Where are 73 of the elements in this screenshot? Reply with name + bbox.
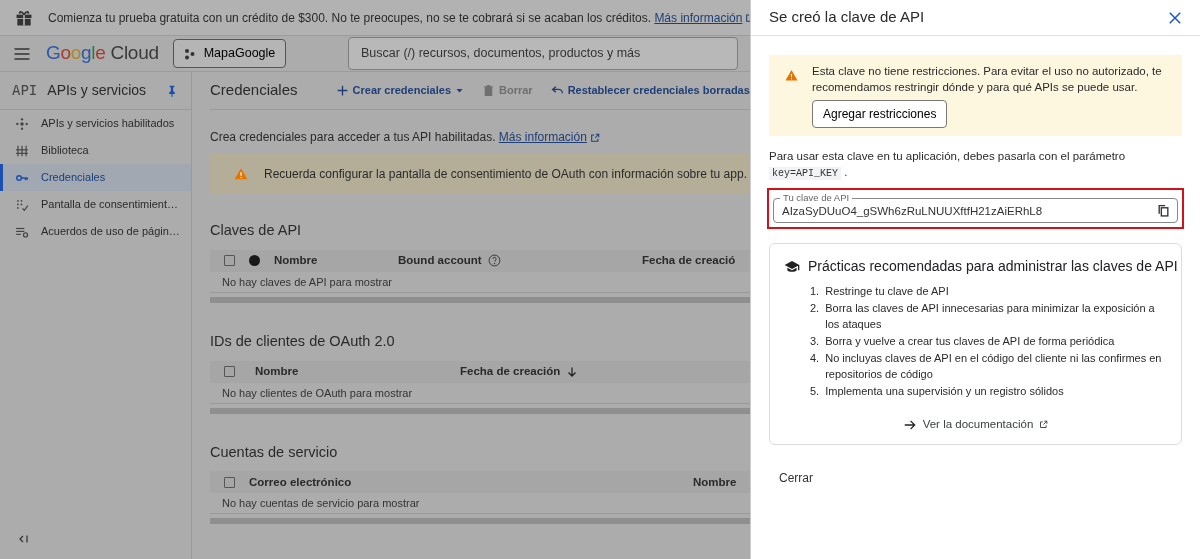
sidebar-item[interactable]: Credenciales (0, 164, 191, 191)
checkbox[interactable] (224, 476, 235, 488)
checkbox[interactable] (224, 255, 235, 267)
sidebar-title: APIs y servicios (47, 81, 147, 100)
list-number: 5. (810, 384, 820, 399)
info-link[interactable]: Más información (654, 10, 743, 25)
logo[interactable]: Google Cloud (46, 39, 159, 68)
close-text-button[interactable]: Cerrar (769, 465, 823, 492)
warning-icon (234, 167, 248, 181)
collapse-icon[interactable] (18, 533, 30, 545)
graduation-cap-icon (784, 258, 800, 275)
empty-message: No hay cuentas de servicio para mostrar (210, 493, 750, 515)
column-header[interactable]: Nombre (255, 362, 440, 381)
plus-icon (335, 84, 349, 97)
empty-message: No hay claves de API para mostrar (210, 271, 750, 293)
practice-text: Implementa una supervisión y un registro sólidos (825, 384, 1064, 399)
practice-text: No incluyas claves de API en el código del cliente ni las confirmes en repositorios de código (825, 351, 1163, 382)
practice-text: Restringe tu clave de API (825, 284, 949, 299)
practice-text: Borra las claves de API innecesarias para minimizar la exposición a los ataques (825, 301, 1156, 332)
panel-title: Se creó la clave de API (769, 7, 925, 28)
checklist-icon (15, 197, 29, 212)
practice-text: Borra y vuelve a crear tus claves de API de forma periódica (825, 334, 1115, 349)
column-header[interactable]: Bound account (398, 252, 628, 270)
column-header[interactable]: Nombre (274, 252, 384, 270)
section-title: Cuentas de servicio (210, 442, 339, 462)
sidebar-item[interactable]: Pantalla de consentimient… (0, 191, 191, 218)
documentation-link[interactable]: Ver la documentación (896, 415, 1055, 435)
services-icon (15, 116, 29, 131)
warning-text: Esta clave no tiene restricciones. Para evitar el uso no autorizado, te recomendamos restringir dónde y para qué APIs se puede usar. (812, 64, 1163, 95)
toolbar-button[interactable]: Restablecer credenciales borradas (550, 82, 750, 99)
usage-text: Para usar esta clave en tu aplicación, debes pasarla con el parámetro key=API_KEY . (769, 149, 1127, 182)
copy-icon[interactable] (1157, 204, 1170, 217)
list-number: 4. (810, 351, 820, 366)
empty-message: No hay clientes de OAuth para mostrar (210, 382, 750, 404)
scrollbar[interactable] (210, 518, 750, 525)
api-logo: API (12, 81, 38, 100)
column-header[interactable]: Nombre (693, 473, 737, 491)
info-link[interactable]: Más información (498, 130, 587, 144)
sidebar-item[interactable]: Biblioteca (0, 137, 191, 164)
column-header[interactable]: Correo electrónico (249, 473, 679, 491)
list-number: 2. (810, 301, 820, 316)
toolbar-button[interactable]: Crear credenciales (335, 82, 464, 99)
status-dot-icon (249, 255, 260, 267)
section-title: IDs de clientes de OAuth 2.0 (210, 331, 396, 351)
library-icon (15, 143, 29, 158)
page-title: Credenciales (210, 80, 298, 101)
help-icon (487, 254, 501, 268)
sidebar-item[interactable]: Acuerdos de uso de págin… (0, 218, 191, 245)
column-header[interactable]: Fecha de creació (642, 252, 736, 270)
intro-text: Crea credenciales para acceder a tus API habilitadas. Más información (210, 128, 750, 146)
scrollbar[interactable] (210, 407, 750, 414)
practices-title: Prácticas recomendadas para administrar las claves de API (808, 257, 1178, 276)
caret-icon (455, 86, 464, 95)
add-restrictions-button[interactable]: Agregar restricciones (812, 100, 948, 128)
column-header[interactable]: Fecha de creación (460, 362, 579, 381)
external-link-icon (589, 132, 600, 143)
project-icon (183, 47, 196, 60)
project-picker[interactable]: MapaGoogle (172, 39, 287, 68)
notice-text: Recuerda configurar la pantalla de consentimiento de OAuth con información sobre tu app. (264, 166, 747, 183)
close-icon (1168, 10, 1182, 25)
warning-icon (785, 69, 798, 82)
external-link-icon (1039, 420, 1049, 430)
list-number: 3. (810, 334, 820, 349)
search-field[interactable]: Buscar (/) recursos, documentos, productos y más (348, 37, 738, 70)
trash-icon (482, 84, 495, 97)
close-button[interactable] (1168, 10, 1182, 25)
field-label: Tu clave de API (780, 192, 853, 203)
scrollbar[interactable] (210, 296, 750, 303)
list-number: 1. (810, 284, 820, 299)
checkbox[interactable] (224, 366, 235, 377)
sidebar-item[interactable]: APIs y servicios habilitados (0, 110, 191, 137)
arrow-down-icon (566, 365, 579, 378)
section-title: Claves de API (210, 221, 303, 240)
